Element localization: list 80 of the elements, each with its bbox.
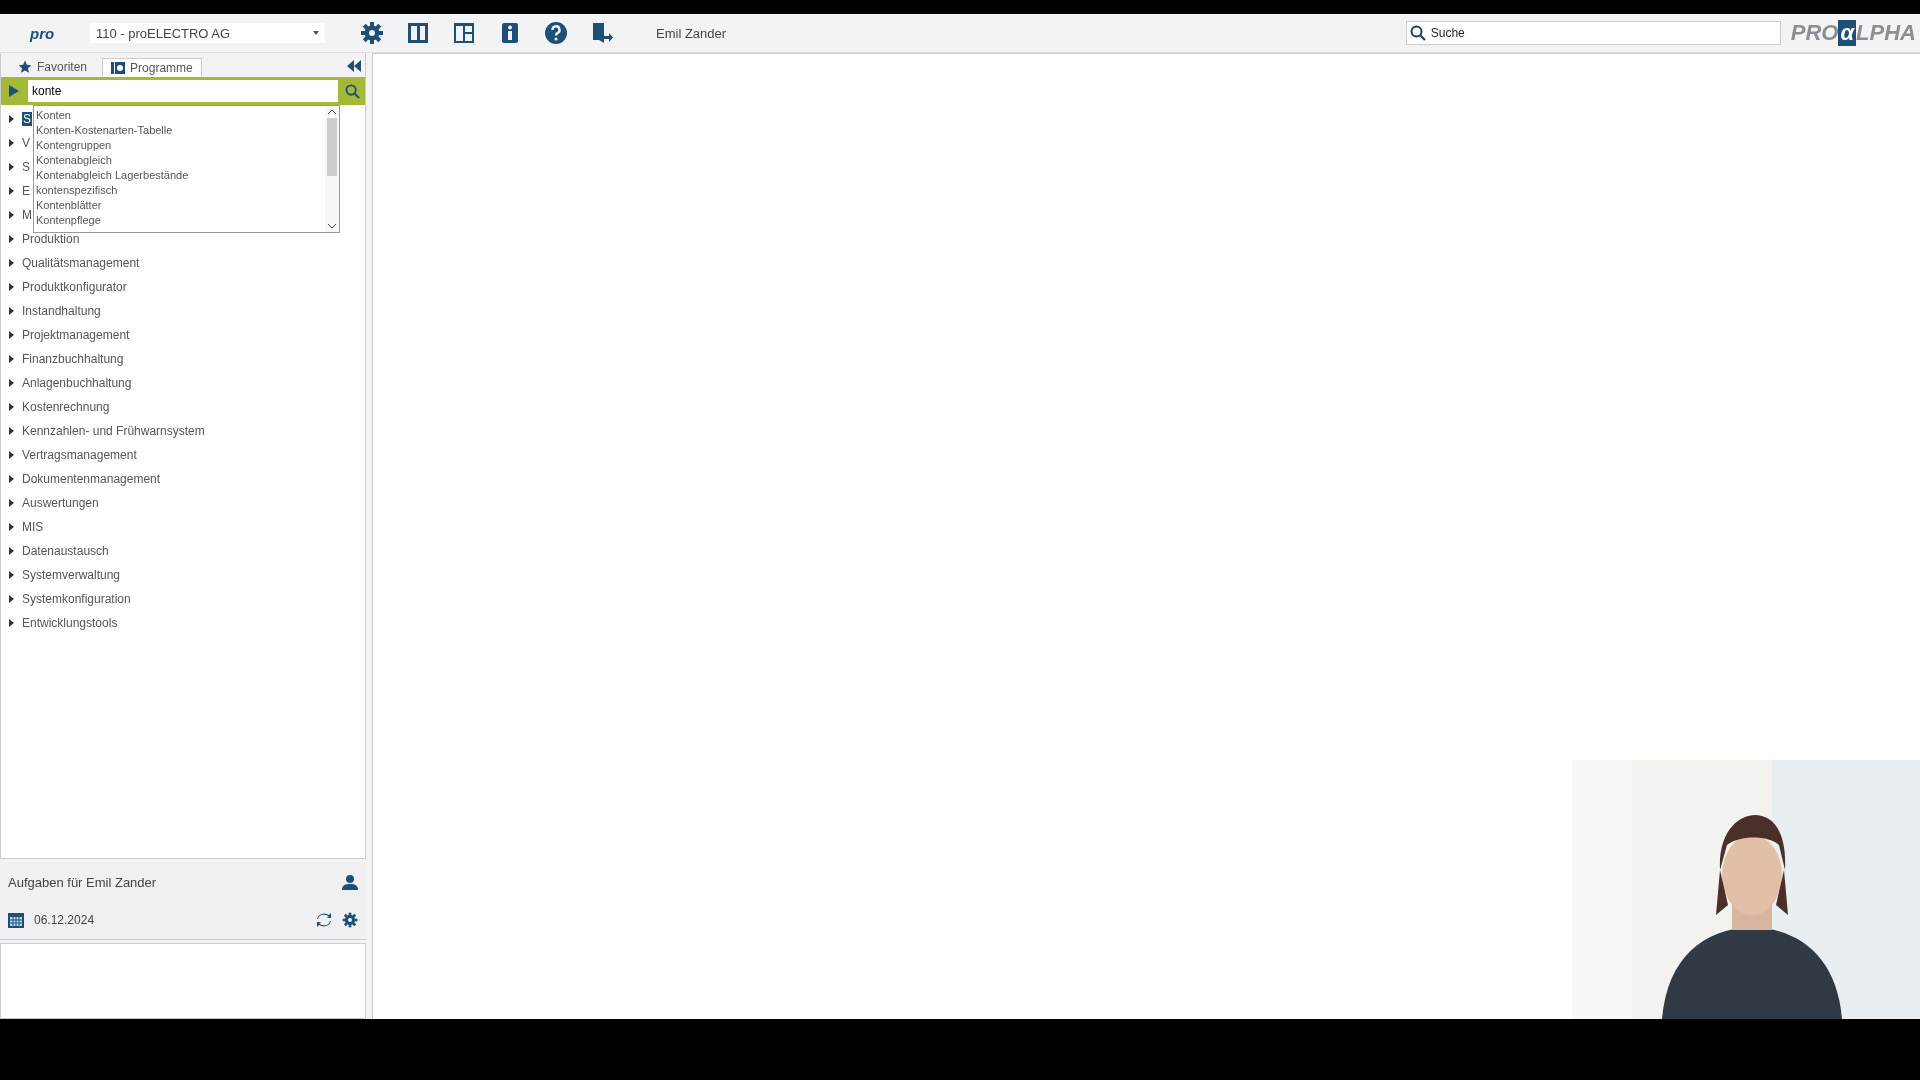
expand-icon[interactable] — [9, 355, 14, 363]
panel-layout-icon[interactable] — [452, 21, 476, 45]
user-name: Emil Zander — [656, 25, 727, 41]
star-icon — [18, 60, 32, 74]
expand-icon[interactable] — [9, 499, 14, 507]
expand-icon[interactable] — [9, 331, 14, 339]
app-logo: pro — [30, 24, 56, 42]
expand-icon[interactable] — [9, 283, 14, 291]
suggestion-item[interactable]: Kontenabgleich — [34, 153, 325, 168]
search-icon — [1409, 25, 1426, 41]
expand-icon[interactable] — [9, 379, 14, 387]
suggestion-item[interactable]: kontenspezifisch — [34, 183, 325, 198]
expand-icon[interactable] — [9, 475, 14, 483]
tree-item[interactable]: S — [22, 160, 30, 174]
task-date: 06.12.2024 — [34, 913, 96, 927]
tree-item[interactable]: V — [22, 136, 30, 150]
scroll-up-icon[interactable] — [328, 109, 336, 114]
tree-item[interactable]: Dokumentenmanagement — [22, 472, 161, 486]
search-field[interactable]: Suche — [1405, 21, 1781, 45]
expand-icon[interactable] — [9, 523, 14, 531]
tree-item[interactable]: Anlagenbuchhaltung — [22, 376, 132, 390]
tree-item[interactable]: E — [22, 184, 30, 198]
expand-icon[interactable] — [9, 451, 14, 459]
tree-item[interactable]: MIS — [22, 520, 44, 534]
tree-item[interactable]: Produktkonfigurator — [22, 280, 127, 294]
search-icon — [344, 83, 360, 99]
tree-item[interactable]: Kennzahlen- und Frühwarnsystem — [22, 424, 205, 438]
expand-icon[interactable] — [9, 259, 14, 267]
tree-item[interactable]: Systemverwaltung — [22, 568, 121, 582]
expand-icon[interactable] — [9, 163, 14, 171]
help-icon[interactable] — [544, 21, 568, 45]
expand-icon[interactable] — [9, 115, 14, 123]
sidebar-tab[interactable]: Programme — [102, 58, 202, 77]
scroll-down-icon[interactable] — [328, 224, 336, 229]
brand-logo: PROαLPHA — [1790, 20, 1916, 46]
tree-item[interactable]: Kostenrechnung — [22, 400, 110, 414]
suggestion-item[interactable]: Kontenblätter — [34, 198, 325, 213]
tree-item[interactable]: Qualitätsmanagement — [22, 256, 140, 270]
programs-icon — [111, 61, 126, 75]
tree-item[interactable]: Projektmanagement — [22, 328, 130, 342]
sidebar-tab[interactable]: Favoriten — [9, 57, 97, 77]
expand-icon[interactable] — [9, 619, 14, 627]
scrollbar[interactable] — [325, 106, 339, 232]
tree-item[interactable]: Entwicklungstools — [22, 616, 118, 630]
collapse-icon[interactable] — [347, 60, 361, 72]
suggestion-item[interactable]: Konten — [34, 108, 325, 123]
refresh-icon[interactable] — [316, 912, 332, 928]
tree-item[interactable]: M — [22, 208, 32, 222]
tasks-title: Aufgaben für Emil Zander — [8, 874, 158, 890]
exit-icon[interactable] — [590, 21, 614, 45]
suggestion-item[interactable]: Konten-Kostenarten-Tabelle — [34, 123, 325, 138]
expand-icon[interactable] — [9, 427, 14, 435]
suggestion-item[interactable]: Kontengruppen — [34, 138, 325, 153]
tree-item[interactable]: Auswertungen — [22, 496, 99, 510]
expand-icon[interactable] — [9, 235, 14, 243]
column-layout-icon[interactable] — [406, 21, 430, 45]
expand-icon[interactable] — [9, 571, 14, 579]
expand-icon[interactable] — [9, 307, 14, 315]
caret-icon — [313, 31, 319, 35]
company-select[interactable]: 110 - proELECTRO AG — [90, 23, 325, 43]
expand-icon[interactable] — [9, 211, 14, 219]
calendar-icon[interactable] — [8, 912, 24, 928]
expand-icon[interactable] — [9, 139, 14, 147]
settings-icon[interactable] — [342, 912, 358, 928]
expand-icon[interactable] — [9, 403, 14, 411]
user-icon[interactable] — [342, 874, 358, 890]
tree-item[interactable]: Systemkonfiguration — [22, 592, 131, 606]
program-search-field[interactable]: konte — [28, 80, 338, 102]
tree-item[interactable]: S — [22, 112, 32, 126]
tree-item[interactable]: Produktion — [22, 232, 80, 246]
suggestion-item[interactable]: Kontenpflege — [34, 213, 325, 228]
tree-item[interactable]: Datenaustausch — [22, 544, 109, 558]
tree-item[interactable]: Instandhaltung — [22, 304, 101, 318]
expand-icon[interactable] — [9, 187, 14, 195]
suggestion-item[interactable]: Kontenabgleich Lagerbestände — [34, 168, 325, 183]
tree-item[interactable]: Vertragsmanagement — [22, 448, 137, 462]
expand-icon[interactable] — [9, 595, 14, 603]
tree-item[interactable]: Finanzbuchhaltung — [22, 352, 124, 366]
expand-icon[interactable] — [9, 547, 14, 555]
play-icon — [9, 85, 19, 97]
